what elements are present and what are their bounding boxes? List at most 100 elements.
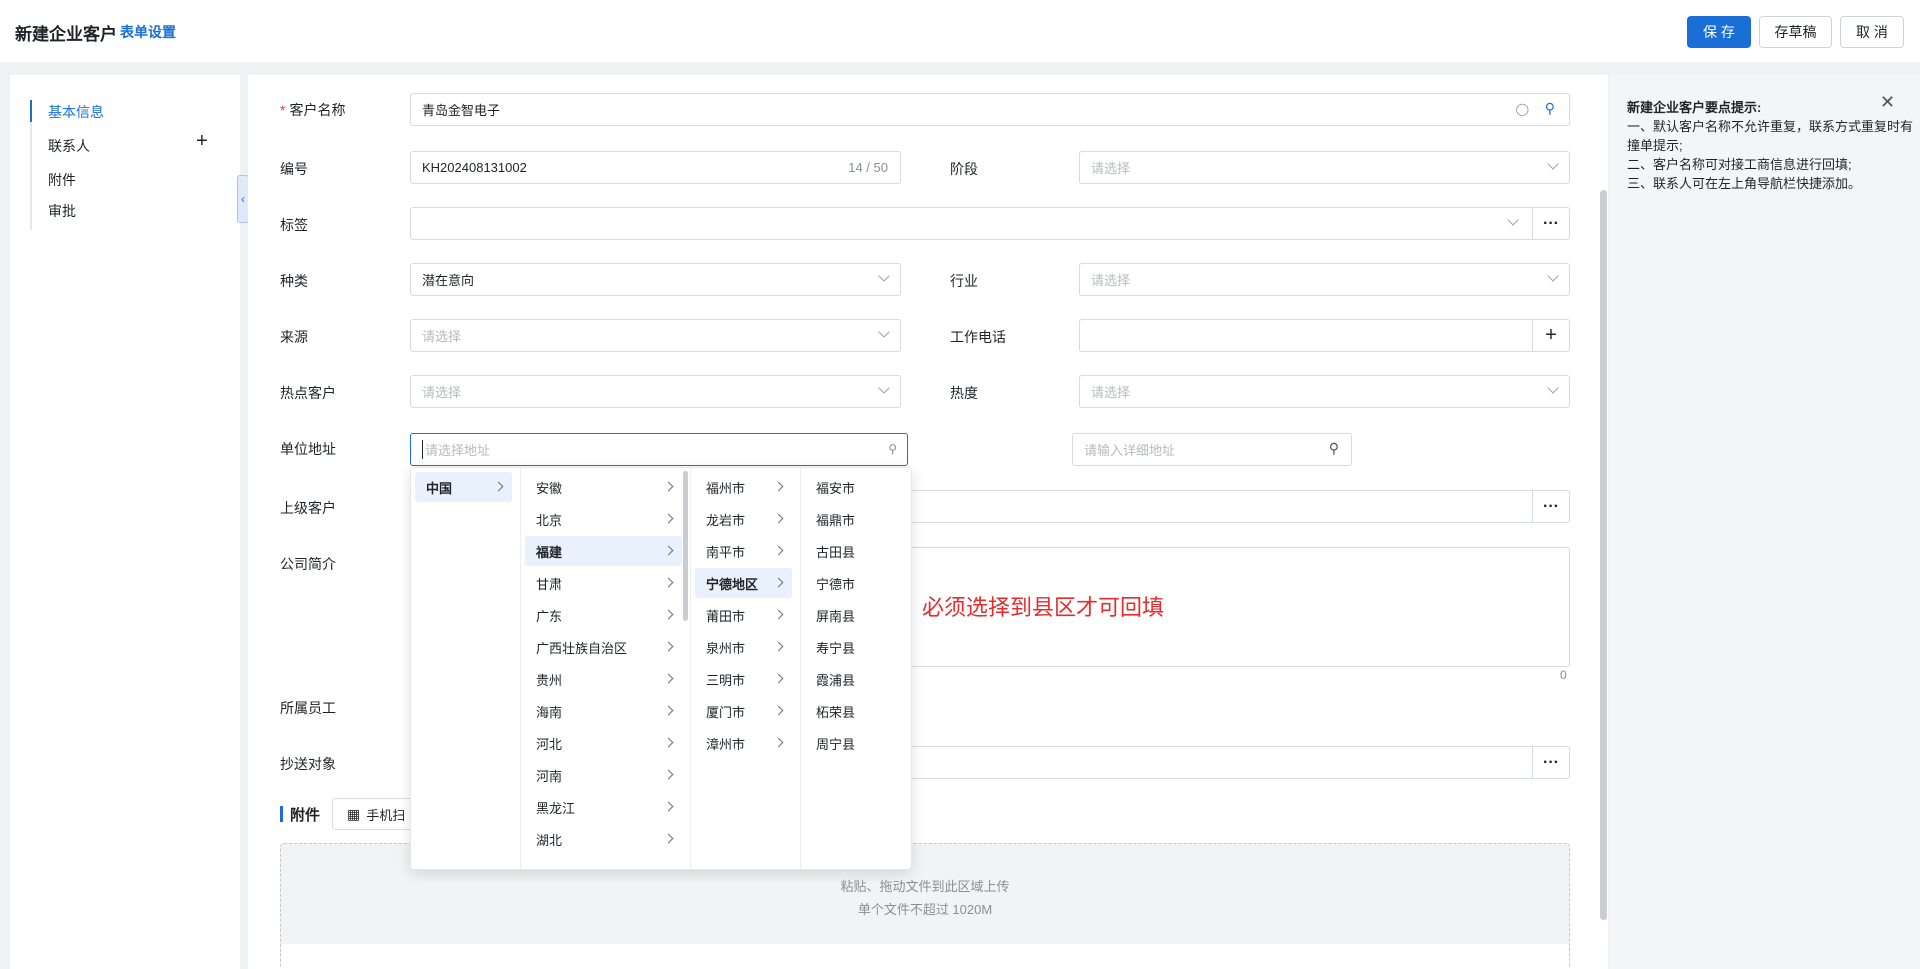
qr-code-icon: ▦ xyxy=(347,805,361,822)
tags-select[interactable]: ··· xyxy=(410,207,1570,240)
industry-select[interactable]: 请选择 xyxy=(1079,263,1570,296)
work-phone-input[interactable]: + xyxy=(1079,319,1570,352)
parent-customer-more-button[interactable]: ··· xyxy=(1532,490,1570,523)
province-option[interactable]: 河南 xyxy=(525,760,682,790)
address-label: 单位地址 xyxy=(280,441,336,457)
tip-line-2: 二、客户名称可对接工商信息进行回填; xyxy=(1627,157,1852,172)
county-option[interactable]: 福鼎市 xyxy=(805,504,905,534)
county-option[interactable]: 福安市 xyxy=(805,472,905,502)
kind-select[interactable]: 潜在意向 xyxy=(410,263,901,296)
country-option[interactable]: 中国 xyxy=(415,472,512,502)
city-option[interactable]: 漳州市 xyxy=(695,728,792,758)
city-option[interactable]: 福州市 xyxy=(695,472,792,502)
province-option[interactable]: 福建 xyxy=(525,536,682,566)
code-input[interactable]: KH202408131002 14 / 50 xyxy=(410,151,901,184)
city-option[interactable]: 宁德地区 xyxy=(695,568,792,598)
nav-item-contacts[interactable]: 联系人 xyxy=(48,136,90,156)
cancel-button[interactable]: 取 消 xyxy=(1840,16,1904,48)
hot-customer-select[interactable]: 请选择 xyxy=(410,375,901,408)
source-select[interactable]: 请选择 xyxy=(410,319,901,352)
chevron-right-icon xyxy=(773,609,784,620)
search-icon[interactable]: ⚲ xyxy=(1545,100,1555,117)
annotation-note: 必须选择到县区才可回填 xyxy=(922,596,1165,621)
hot-customer-label: 热点客户 xyxy=(280,385,336,401)
province-option[interactable]: 河北 xyxy=(525,728,682,758)
save-draft-button[interactable]: 存草稿 xyxy=(1759,16,1832,48)
city-option[interactable]: 龙岩市 xyxy=(695,504,792,534)
stage-select[interactable]: 请选择 xyxy=(1079,151,1570,184)
tags-more-button[interactable]: ··· xyxy=(1532,207,1570,240)
chevron-right-icon xyxy=(663,641,674,652)
province-option-label: 黑龙江 xyxy=(536,800,576,816)
tips-title: 新建企业客户要点提示: xyxy=(1627,100,1762,115)
province-option-label: 广西壮族自治区 xyxy=(536,640,628,656)
city-option[interactable]: 莆田市 xyxy=(695,600,792,630)
county-option[interactable]: 周宁县 xyxy=(805,728,905,758)
chevron-right-icon xyxy=(663,833,674,844)
province-option-label: 海南 xyxy=(536,704,563,720)
chevron-down-icon xyxy=(878,270,890,282)
county-option-label: 宁德市 xyxy=(816,576,856,592)
nav-item-attachments[interactable]: 附件 xyxy=(48,170,76,190)
shield-icon[interactable]: ◯ xyxy=(1516,102,1529,116)
county-option[interactable]: 霞浦县 xyxy=(805,664,905,694)
add-phone-button[interactable]: + xyxy=(1532,319,1570,352)
city-option[interactable]: 泉州市 xyxy=(695,632,792,662)
nav-item-basic-info[interactable]: 基本信息 xyxy=(48,102,104,122)
save-button[interactable]: 保 存 xyxy=(1687,16,1751,48)
customer-name-input[interactable]: 青岛金智电子 ◯ ⚲ xyxy=(410,93,1570,126)
city-option[interactable]: 三明市 xyxy=(695,664,792,694)
cc-more-button[interactable]: ··· xyxy=(1532,746,1570,779)
province-option[interactable]: 北京 xyxy=(525,504,682,534)
source-placeholder: 请选择 xyxy=(422,329,462,344)
close-icon[interactable]: ✕ xyxy=(1880,93,1895,111)
province-option[interactable]: 湖北 xyxy=(525,824,682,854)
province-option[interactable]: 贵州 xyxy=(525,664,682,694)
add-contact-icon[interactable]: + xyxy=(196,131,208,151)
tip-line-1: 一、默认客户名称不允许重复，联系方式重复时有撞单提示; xyxy=(1627,119,1914,153)
form-settings-link[interactable]: 表单设置 xyxy=(120,22,176,42)
heat-label: 热度 xyxy=(950,385,978,401)
cascader-city-column: 福州市龙岩市南平市宁德地区莆田市 泉州市 三明市 厦门市 漳州市 xyxy=(691,468,801,869)
country-option-label: 中国 xyxy=(426,480,453,496)
nav-item-approval[interactable]: 审批 xyxy=(48,201,76,221)
form-scrollbar[interactable] xyxy=(1600,190,1607,920)
cascader-scrollbar[interactable] xyxy=(683,471,688,621)
industry-placeholder: 请选择 xyxy=(1091,273,1131,288)
address-cascader-input[interactable]: 请选择地址 ⚲ xyxy=(410,433,908,466)
province-option[interactable]: 甘肃 xyxy=(525,568,682,598)
county-option-label: 柘荣县 xyxy=(816,704,856,720)
location-pin-icon[interactable]: ⚲ xyxy=(1329,440,1339,457)
county-option-label: 屏南县 xyxy=(816,608,856,624)
search-icon: ⚲ xyxy=(888,442,897,456)
city-option[interactable]: 南平市 xyxy=(695,536,792,566)
chevron-right-icon xyxy=(773,577,784,588)
province-option[interactable]: 安徽 xyxy=(525,472,682,502)
cc-label: 抄送对象 xyxy=(280,756,336,772)
county-option-label: 霞浦县 xyxy=(816,672,856,688)
heat-select[interactable]: 请选择 xyxy=(1079,375,1570,408)
detail-address-input[interactable]: 请输入详细地址 ⚲ xyxy=(1072,433,1352,466)
top-bar: 新建企业客户 表单设置 保 存 存草稿 取 消 xyxy=(0,0,1920,62)
city-option[interactable]: 厦门市 xyxy=(695,696,792,726)
province-option[interactable]: 广西壮族自治区 xyxy=(525,632,682,662)
province-option-label: 贵州 xyxy=(536,672,563,688)
province-option[interactable]: 海南 xyxy=(525,696,682,726)
upload-size-limit: 单个文件不超过 1020M xyxy=(857,902,993,917)
city-option-label: 南平市 xyxy=(706,544,746,560)
province-option-label: 湖北 xyxy=(536,832,563,848)
source-label: 来源 xyxy=(280,329,308,345)
city-option-label: 宁德地区 xyxy=(706,576,759,592)
chevron-down-icon xyxy=(1507,214,1519,226)
city-option-label: 福州市 xyxy=(706,480,746,496)
province-option[interactable]: 黑龙江 xyxy=(525,792,682,822)
chevron-down-icon xyxy=(1547,158,1559,170)
mobile-scan-button[interactable]: ▦ 手机扫 xyxy=(332,798,422,830)
county-option[interactable]: 屏南县 xyxy=(805,600,905,630)
county-option[interactable]: 古田县 xyxy=(805,536,905,566)
county-option[interactable]: 寿宁县 xyxy=(805,632,905,662)
city-option-label: 龙岩市 xyxy=(706,512,746,528)
province-option[interactable]: 广东 xyxy=(525,600,682,630)
county-option[interactable]: 柘荣县 xyxy=(805,696,905,726)
county-option[interactable]: 宁德市 xyxy=(805,568,905,598)
